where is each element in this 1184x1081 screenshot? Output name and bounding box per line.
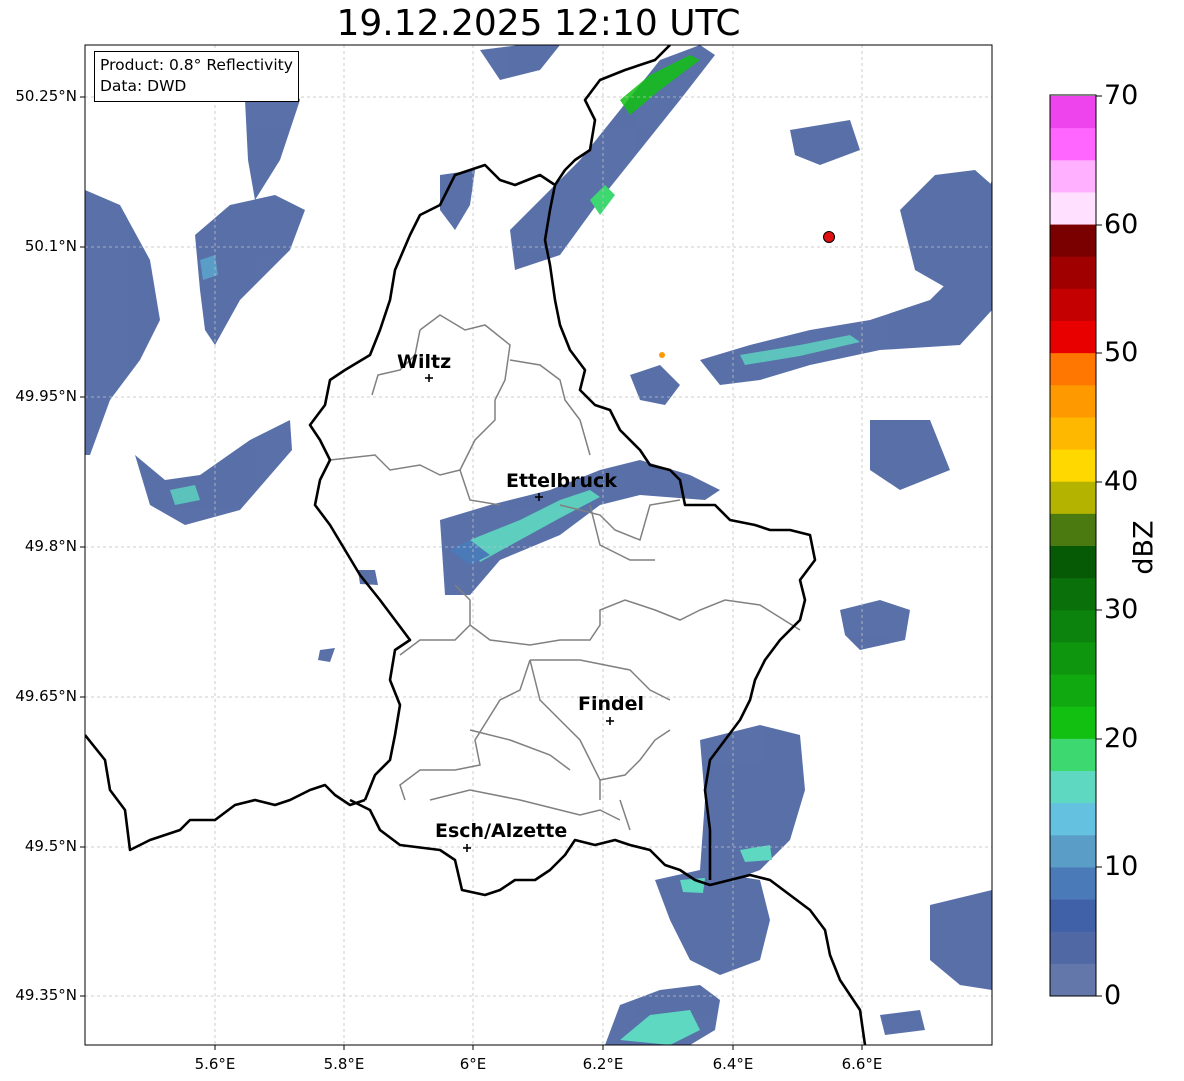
- lat-tick-label: 50.25°N: [15, 87, 77, 105]
- colorbar-segment: [1050, 385, 1096, 418]
- product-label: Product: 0.8° Reflectivity: [100, 56, 293, 74]
- colorbar-segment: [1050, 192, 1096, 226]
- colorbar-segment: [1050, 803, 1096, 836]
- colorbar-segment: [1050, 578, 1096, 611]
- colorbar-tick-label: 40: [1104, 466, 1139, 497]
- lat-tick-label: 49.35°N: [15, 986, 77, 1004]
- colorbar-segment: [1050, 353, 1096, 386]
- colorbar-segment: [1050, 771, 1096, 804]
- colorbar-segment: [1050, 610, 1096, 643]
- plot-frame: [84, 44, 993, 1046]
- colorbar-segment: [1050, 546, 1096, 579]
- colorbar-tick-label: 70: [1104, 80, 1139, 111]
- colorbar-tick-label: 10: [1104, 851, 1139, 882]
- colorbar-segment: [1050, 963, 1096, 997]
- colorbar-segment: [1050, 513, 1096, 547]
- colorbar-segment: [1050, 128, 1096, 161]
- lon-tick-label: 6.6°E: [841, 1055, 883, 1073]
- city-markers: [425, 374, 614, 852]
- lon-tick-label: 5.6°E: [194, 1055, 236, 1073]
- radar-echoes: [85, 45, 992, 1045]
- city-label-findel: Findel: [578, 693, 645, 715]
- colorbar: [1050, 96, 1096, 997]
- colorbar-segment: [1050, 160, 1096, 193]
- colorbar-tick-label: 20: [1104, 723, 1139, 754]
- lat-tick-label: 49.95°N: [15, 387, 77, 405]
- colorbar-tick-label: 50: [1104, 337, 1139, 368]
- colorbar-tick-label: 60: [1104, 209, 1139, 240]
- colorbar-segment: [1050, 674, 1096, 708]
- product-info-box: Product: 0.8° Reflectivity Data: DWD: [94, 51, 299, 102]
- colorbar-segment: [1050, 96, 1096, 129]
- lon-tick-label: 5.8°E: [323, 1055, 365, 1073]
- colorbar-tick-marks: [1096, 95, 1102, 997]
- colorbar-segment: [1050, 256, 1096, 290]
- lat-tick-label: 49.65°N: [15, 687, 77, 705]
- lat-tick-label: 49.5°N: [24, 837, 77, 855]
- city-label-ettelbruck: Ettelbruck: [506, 470, 617, 492]
- colorbar-segment: [1050, 321, 1096, 354]
- grid-lines: [85, 45, 992, 1045]
- colorbar-segment: [1050, 417, 1096, 451]
- colorbar-segment: [1050, 706, 1096, 740]
- colorbar-segment: [1050, 224, 1096, 258]
- colorbar-tick-label: 30: [1104, 594, 1139, 625]
- colorbar-segment: [1050, 481, 1096, 515]
- radar-map: [80, 44, 1102, 1050]
- colorbar-segment: [1050, 738, 1096, 772]
- lat-tick-label: 49.8°N: [24, 537, 77, 555]
- location-marker-dot: [823, 231, 835, 243]
- colorbar-tick-label: 0: [1104, 980, 1122, 1011]
- lon-tick-label: 6.4°E: [712, 1055, 754, 1073]
- data-source-label: Data: DWD: [100, 77, 187, 95]
- colorbar-segment: [1050, 642, 1096, 676]
- colorbar-segment: [1050, 835, 1096, 868]
- colorbar-segment: [1050, 288, 1096, 322]
- colorbar-label: dBZ: [1128, 520, 1160, 575]
- colorbar-segment: [1050, 867, 1096, 901]
- colorbar-segment: [1050, 899, 1096, 933]
- lon-tick-label: 6°E: [459, 1055, 487, 1073]
- lon-tick-label: 6.2°E: [582, 1055, 624, 1073]
- colorbar-segment: [1050, 449, 1096, 483]
- lat-tick-label: 50.1°N: [24, 237, 77, 255]
- city-label-esch: Esch/Alzette: [435, 820, 568, 842]
- city-label-wiltz: Wiltz: [397, 351, 452, 373]
- colorbar-segment: [1050, 931, 1096, 965]
